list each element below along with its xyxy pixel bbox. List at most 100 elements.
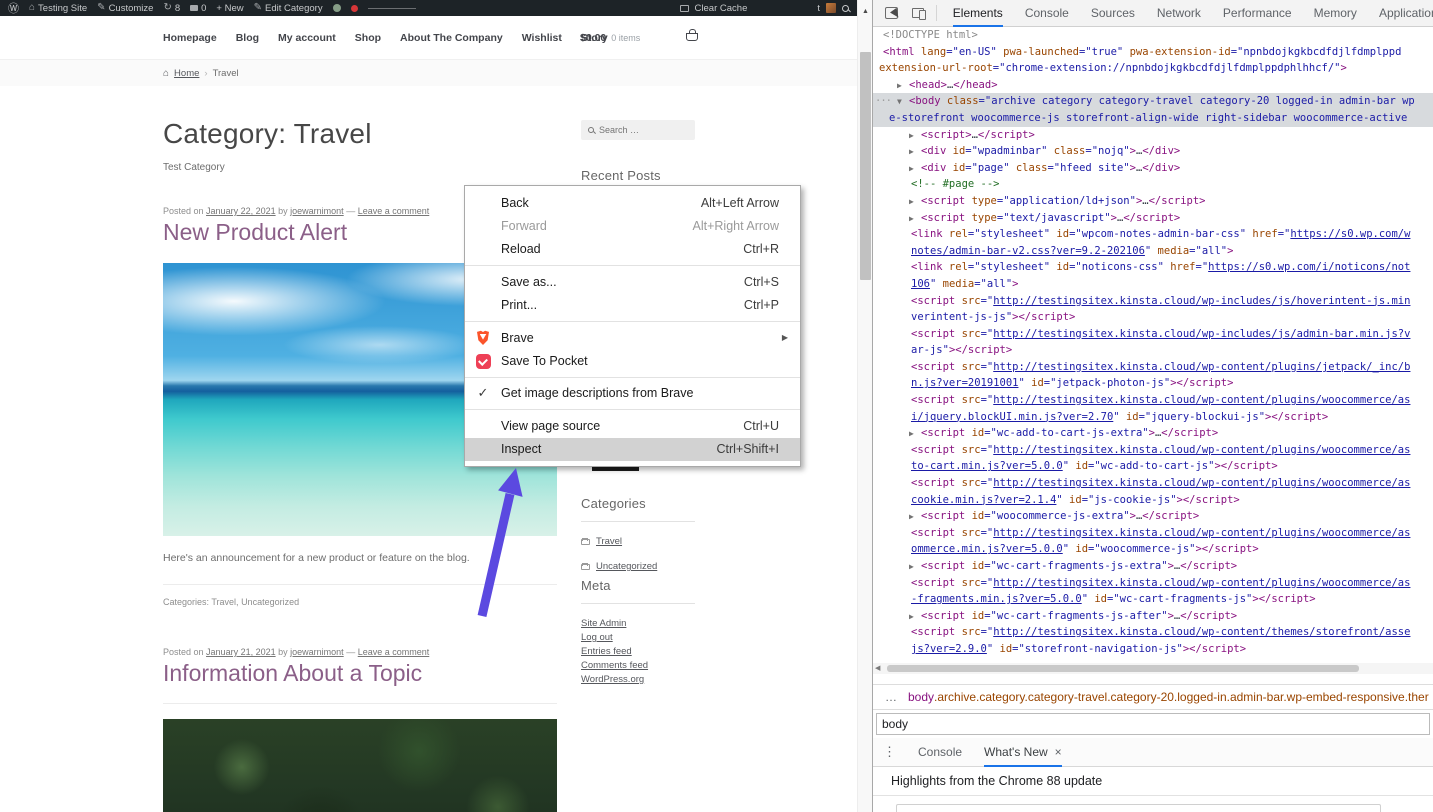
scroll-left-arrow[interactable]: ◀	[875, 664, 880, 672]
menu-item-save-to-pocket[interactable]: Save To Pocket	[465, 349, 800, 372]
dom-tree-row[interactable]: ···▼<body class="archive category catego…	[873, 93, 1433, 110]
devtools-tab-console[interactable]: Console	[1025, 0, 1069, 27]
breadcrumb-classes[interactable]: .archive.category.category-travel.catego…	[934, 690, 1429, 704]
dom-tree-row[interactable]: <script src="http://testingsitex.kinsta.…	[873, 359, 1433, 376]
expander-closed-icon[interactable]: ▶	[909, 211, 921, 228]
post-title-link[interactable]: Information About a Topic	[163, 660, 557, 687]
meta-link-comments-feed[interactable]: Comments feed	[581, 660, 695, 671]
dom-tree-row[interactable]: <link rel="stylesheet" id="wpcom-notes-a…	[873, 226, 1433, 243]
dom-tree-row[interactable]: ▶<script type="text/javascript">…</scrip…	[873, 210, 1433, 227]
menu-item-brave[interactable]: Brave▶	[465, 326, 800, 349]
dom-tree-row[interactable]: verintent-js-js"></script>	[873, 309, 1433, 326]
scrollbar-thumb[interactable]	[860, 52, 871, 280]
expander-closed-icon[interactable]: ▶	[909, 128, 921, 145]
kebab-menu-icon[interactable]: ⋮	[883, 744, 896, 760]
menu-item-reload[interactable]: ReloadCtrl+R	[465, 238, 800, 261]
menu-item-save-as[interactable]: Save as...Ctrl+S	[465, 270, 800, 293]
menu-item-get-image-descriptions-from-brave[interactable]: ✓Get image descriptions from Brave	[465, 382, 800, 405]
menu-item-inspect[interactable]: InspectCtrl+Shift+I	[465, 438, 800, 461]
dom-tree-row[interactable]: ▶<div id="wpadminbar" class="nojq">…</di…	[873, 143, 1433, 160]
dom-tree-row[interactable]: js?ver=2.9.0" id="storefront-navigation-…	[873, 641, 1433, 658]
dom-tree-row[interactable]: cookie.min.js?ver=2.1.4" id="js-cookie-j…	[873, 492, 1433, 509]
devtools-tab-application[interactable]: Application	[1379, 0, 1433, 27]
scrollbar-thumb[interactable]	[887, 665, 1359, 672]
leave-comment-link[interactable]: Leave a comment	[358, 206, 430, 216]
menu-item-forward[interactable]: ForwardAlt+Right Arrow	[465, 214, 800, 237]
avatar[interactable]	[826, 3, 836, 13]
admin-bar-new[interactable]: + New	[216, 3, 243, 14]
category-link-travel[interactable]: Travel	[211, 597, 236, 607]
meta-link-log-out[interactable]: Log out	[581, 632, 695, 643]
wp-logo-menu[interactable]: Ⓦ	[8, 0, 19, 16]
admin-bar-site[interactable]: ⌂Testing Site	[29, 3, 87, 14]
search-icon[interactable]	[842, 5, 849, 12]
expander-closed-icon[interactable]: ▶	[909, 509, 921, 526]
drawer-tab-console[interactable]: Console	[918, 738, 962, 767]
devtools-search-input[interactable]: body	[876, 713, 1430, 735]
admin-bar-edit-category[interactable]: ✎Edit Category	[254, 3, 323, 14]
expander-closed-icon[interactable]: ▶	[909, 426, 921, 443]
cart-summary[interactable]: $0.00 0 items	[580, 16, 640, 60]
dom-tree-row[interactable]: <script src="http://testingsitex.kinsta.…	[873, 624, 1433, 641]
breadcrumb-element[interactable]: body	[908, 690, 934, 704]
leave-comment-link[interactable]: Leave a comment	[358, 647, 430, 657]
dom-tree-row[interactable]: ommerce.min.js?ver=5.0.0" id="woocommerc…	[873, 541, 1433, 558]
menu-item-view-page-source[interactable]: View page sourceCtrl+U	[465, 414, 800, 437]
expander-closed-icon[interactable]: ▶	[909, 609, 921, 626]
expander-closed-icon[interactable]: ▶	[909, 144, 921, 161]
dom-tree-row[interactable]: ar-js"></script>	[873, 342, 1433, 359]
category-link-uncategorized[interactable]: Uncategorized	[241, 597, 299, 607]
category-link-uncategorized[interactable]: Uncategorized	[596, 561, 657, 572]
menu-item-back[interactable]: BackAlt+Left Arrow	[465, 191, 800, 214]
dom-tree-row[interactable]: to-cart.min.js?ver=5.0.0" id="wc-add-to-…	[873, 458, 1433, 475]
breadcrumb-home-link[interactable]: Home	[174, 68, 199, 79]
dom-tree-row[interactable]: ▶<script type="application/ld+json">…</s…	[873, 193, 1433, 210]
cart-basket-icon[interactable]	[686, 33, 698, 41]
dom-tree-row[interactable]: ▶<script id="woocommerce-js-extra">…</sc…	[873, 508, 1433, 525]
meta-link-entries-feed[interactable]: Entries feed	[581, 646, 695, 657]
dom-tree-row[interactable]: 106" media="all">	[873, 276, 1433, 293]
account-label[interactable]: t	[817, 3, 820, 14]
breadcrumb-overflow[interactable]: …	[885, 690, 898, 704]
admin-bar-customize[interactable]: ✎Customize	[97, 3, 153, 14]
expander-closed-icon[interactable]: ▶	[909, 194, 921, 211]
inspect-element-icon[interactable]	[885, 7, 898, 19]
admin-bar-comments[interactable]: 0	[190, 3, 206, 14]
dom-tree-row[interactable]: extension-url-root="chrome-extension://n…	[873, 60, 1433, 77]
dom-tree-row[interactable]: <script src="http://testingsitex.kinsta.…	[873, 442, 1433, 459]
close-icon[interactable]: ×	[1055, 745, 1062, 759]
menu-item-print[interactable]: Print...Ctrl+P	[465, 294, 800, 317]
dom-tree-row[interactable]: e-storefront woocommerce-js storefront-a…	[873, 110, 1433, 127]
nav-item-shop[interactable]: Shop	[355, 32, 381, 44]
dom-tree-row[interactable]: <script src="http://testingsitex.kinsta.…	[873, 392, 1433, 409]
nav-item-about-the-company[interactable]: About The Company	[400, 32, 503, 44]
dom-tree-row[interactable]: ▶<head>…</head>	[873, 77, 1433, 94]
post-author-link[interactable]: joewarnimont	[290, 206, 344, 216]
devtools-tab-elements[interactable]: Elements	[953, 0, 1003, 27]
expander-closed-icon[interactable]: ▶	[909, 161, 921, 178]
expander-closed-icon[interactable]: ▶	[897, 78, 909, 95]
devtools-tab-memory[interactable]: Memory	[1314, 0, 1357, 27]
dom-tree-row[interactable]: <script src="http://testingsitex.kinsta.…	[873, 525, 1433, 542]
expander-closed-icon[interactable]: ▶	[909, 559, 921, 576]
nav-item-homepage[interactable]: Homepage	[163, 32, 217, 44]
dom-tree-row[interactable]: <link rel="stylesheet" id="noticons-css"…	[873, 259, 1433, 276]
post-date-link[interactable]: January 21, 2021	[206, 647, 276, 657]
dom-tree-row[interactable]: ▶<script>…</script>	[873, 127, 1433, 144]
devtools-tab-sources[interactable]: Sources	[1091, 0, 1135, 27]
dom-tree-row[interactable]: <script src="http://testingsitex.kinsta.…	[873, 326, 1433, 343]
dom-tree-row[interactable]: ▶<script id="wc-cart-fragments-js-extra"…	[873, 558, 1433, 575]
dom-tree-row[interactable]: <html lang="en-US" pwa-launched="true" p…	[873, 44, 1433, 61]
clear-cache-button[interactable]: Clear Cache	[695, 3, 748, 14]
meta-link-wordpress-org[interactable]: WordPress.org	[581, 674, 695, 685]
dom-tree-row[interactable]: <!-- #page -->	[873, 176, 1433, 193]
scroll-up-arrow[interactable]: ▲	[858, 8, 873, 15]
category-link-travel[interactable]: Travel	[596, 536, 622, 547]
devtools-tab-network[interactable]: Network	[1157, 0, 1201, 27]
nav-item-wishlist[interactable]: Wishlist	[522, 32, 562, 44]
device-toolbar-icon[interactable]	[912, 8, 924, 18]
post-author-link[interactable]: joewarnimont	[290, 647, 344, 657]
meta-link-site-admin[interactable]: Site Admin	[581, 618, 695, 629]
dom-tree-row[interactable]: -fragments.min.js?ver=5.0.0" id="wc-cart…	[873, 591, 1433, 608]
admin-bar-updates[interactable]: ↻8	[163, 3, 180, 14]
